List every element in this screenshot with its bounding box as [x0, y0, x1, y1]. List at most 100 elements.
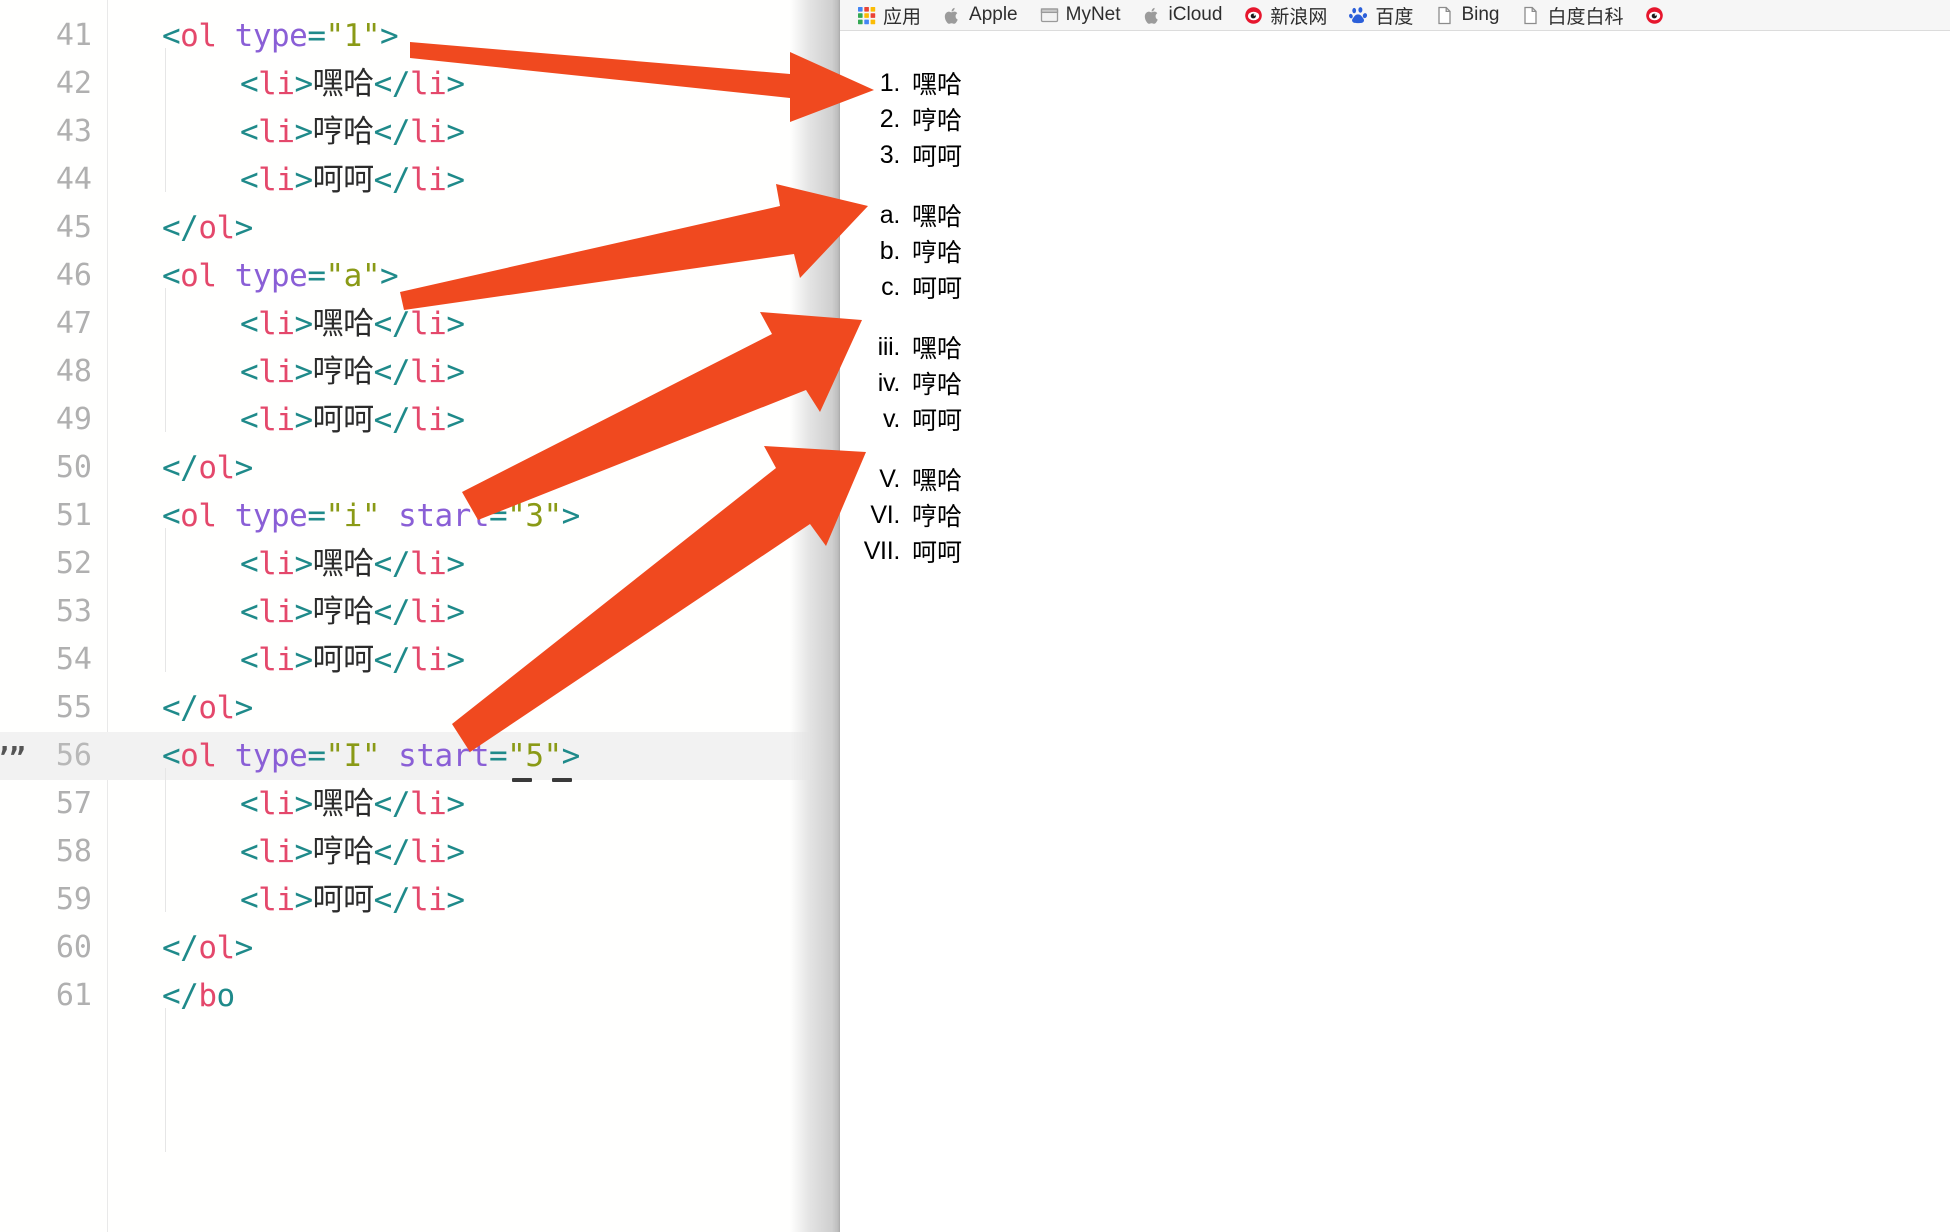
code-line-row[interactable]: 58 <li>哼哈</li> [0, 828, 838, 876]
code-editor-pane[interactable]: 41 <ol type="1"> 42 <li>嘿哈</li> 43 <li>哼哈</li… [0, 0, 838, 1232]
token-eq: = [307, 258, 326, 294]
token-attr: type [234, 258, 308, 294]
bookmark-item-百度[interactable]: 百度 [1338, 2, 1424, 28]
token-br: > [446, 642, 465, 678]
list-item-marker: a. [879, 200, 901, 229]
code-line-row[interactable]: 45 </ol> [0, 204, 838, 252]
line-number: 43 [55, 114, 92, 149]
list-item-marker: 2. [879, 104, 901, 133]
apps-grid-icon [858, 6, 876, 24]
list-item: 2. 哼哈 [840, 101, 1100, 137]
list-item-marker: b. [879, 236, 901, 265]
line-number: 56”” [0, 732, 92, 780]
list-item: c. 呵呵 [840, 269, 1100, 305]
bookmark-label: iCloud [1168, 4, 1223, 25]
line-number: 54 [55, 642, 92, 677]
bookmark-item-Apple[interactable]: Apple [932, 2, 1029, 28]
code-line-row[interactable]: 51 <ol type="i" start="3"> [0, 492, 838, 540]
token-tag: li [410, 354, 447, 390]
line-number: 44 [55, 162, 92, 197]
line-number: 45 [55, 210, 92, 245]
list-item: v. 呵呵 [840, 401, 1100, 437]
list-item-marker: 1. [879, 68, 901, 97]
browser-pane[interactable]: 应用 Apple MyNet iCloud 新浪网 百度 Bing 白度白科 1. 嘿哈 2. 哼哈… [840, 0, 1950, 1232]
bookmark-item-MyNet[interactable]: MyNet [1029, 2, 1132, 28]
code-line-row[interactable]: 41 <ol type="1"> [0, 12, 838, 60]
line-number: 58 [55, 834, 92, 869]
list-item-marker: VI. [870, 500, 900, 529]
line-number: 49 [55, 402, 92, 437]
list-item: VI. 哼哈 [840, 497, 1100, 533]
token-br: </ [373, 354, 411, 390]
token-eq: = [489, 498, 508, 534]
list-item-marker: VII. [863, 536, 901, 565]
indent-guide-2 [165, 288, 166, 432]
code-line-row[interactable]: 57 <li>嘿哈</li> [0, 780, 838, 828]
bookmark-item-Bing[interactable]: Bing [1424, 2, 1510, 28]
bookmark-item-白度白科[interactable]: 白度白科 [1510, 2, 1634, 28]
code-line-text: <li>哼哈</li> [240, 828, 465, 876]
code-line-row[interactable]: 52 <li>嘿哈</li> [0, 540, 838, 588]
line-number: 57 [55, 786, 92, 821]
token-br: > [294, 834, 314, 870]
code-line-text: <li>呵呵</li> [240, 636, 465, 684]
code-line-text: <li>嘿哈</li> [240, 780, 465, 828]
list-item-text: 嘿哈 [912, 71, 963, 99]
code-line-row[interactable]: 42 <li>嘿哈</li> [0, 60, 838, 108]
code-line-row[interactable]: 56”” <ol type="I" start="5"> [0, 732, 838, 780]
code-line-row[interactable]: 44 <li>呵呵</li> [0, 156, 838, 204]
token-tag: li [258, 402, 295, 438]
token-txt: 哼哈 [312, 354, 375, 390]
code-line-text: <li>嘿哈</li> [240, 60, 465, 108]
token-eq: = [489, 738, 508, 774]
list-item-marker: iii. [877, 332, 901, 361]
indent-guide-1 [165, 48, 166, 192]
list-item-marker: V. [879, 464, 900, 493]
bookmark-item-partial[interactable] [1634, 2, 1675, 28]
token-txt: 哼哈 [312, 834, 375, 870]
code-line-row[interactable]: 59 <li>呵呵</li> [0, 876, 838, 924]
token-br: </ [373, 594, 411, 630]
code-line-row[interactable]: 49 <li>呵呵</li> [0, 396, 838, 444]
code-line-row[interactable]: 54 <li>呵呵</li> [0, 636, 838, 684]
bookmark-item-新浪网[interactable]: 新浪网 [1233, 2, 1338, 28]
code-line-row[interactable]: 50 </ol> [0, 444, 838, 492]
code-line-row[interactable]: 61 </bo [0, 972, 838, 1020]
code-line-row[interactable]: 60 </ol> [0, 924, 838, 972]
token-txt: 嘿哈 [312, 66, 375, 102]
code-line-text: </ol> [162, 684, 253, 732]
token-br: </ [162, 930, 199, 966]
code-line-row[interactable]: 48 <li>哼哈</li> [0, 348, 838, 396]
token-br: </ [373, 114, 411, 150]
token-attr: start [398, 738, 489, 774]
token-attr: type [234, 738, 308, 774]
underline-start-attr-mark-2 [552, 778, 572, 782]
code-line-row[interactable]: 43 <li>哼哈</li> [0, 108, 838, 156]
code-line-row[interactable]: 53 <li>哼哈</li> [0, 588, 838, 636]
token-br: > [446, 786, 465, 822]
bookmark-item-应用[interactable]: 应用 [846, 2, 932, 28]
list-item-marker: 3. [879, 140, 901, 169]
token-br: < [240, 642, 259, 678]
code-line-row[interactable]: 47 <li>嘿哈</li> [0, 300, 838, 348]
token-tag: li [410, 306, 447, 342]
bookmark-item-iCloud[interactable]: iCloud [1132, 2, 1234, 28]
token-br: </ [162, 450, 199, 486]
lower-alpha-list: a. 嘿哈 b. 哼哈 c. 呵呵 [840, 197, 1100, 305]
screenshot-root: 41 <ol type="1"> 42 <li>嘿哈</li> 43 <li>哼哈</li… [0, 0, 1950, 1232]
code-line-row[interactable]: 55 </ol> [0, 684, 838, 732]
apple-icon [944, 7, 958, 24]
bookmarks-bar[interactable]: 应用 Apple MyNet iCloud 新浪网 百度 Bing 白度白科 [840, 0, 1950, 30]
token-br: </ [373, 402, 411, 438]
token-tag: ol [198, 210, 235, 246]
bookmark-label: 百度 [1375, 6, 1414, 28]
token-br: > [446, 354, 465, 390]
token-tag: li [258, 786, 295, 822]
code-line-row[interactable]: 46 <ol type="a"> [0, 252, 838, 300]
token-tag: li [410, 642, 447, 678]
line-number: 53 [55, 594, 92, 629]
list-item-text: 哼哈 [912, 371, 963, 399]
